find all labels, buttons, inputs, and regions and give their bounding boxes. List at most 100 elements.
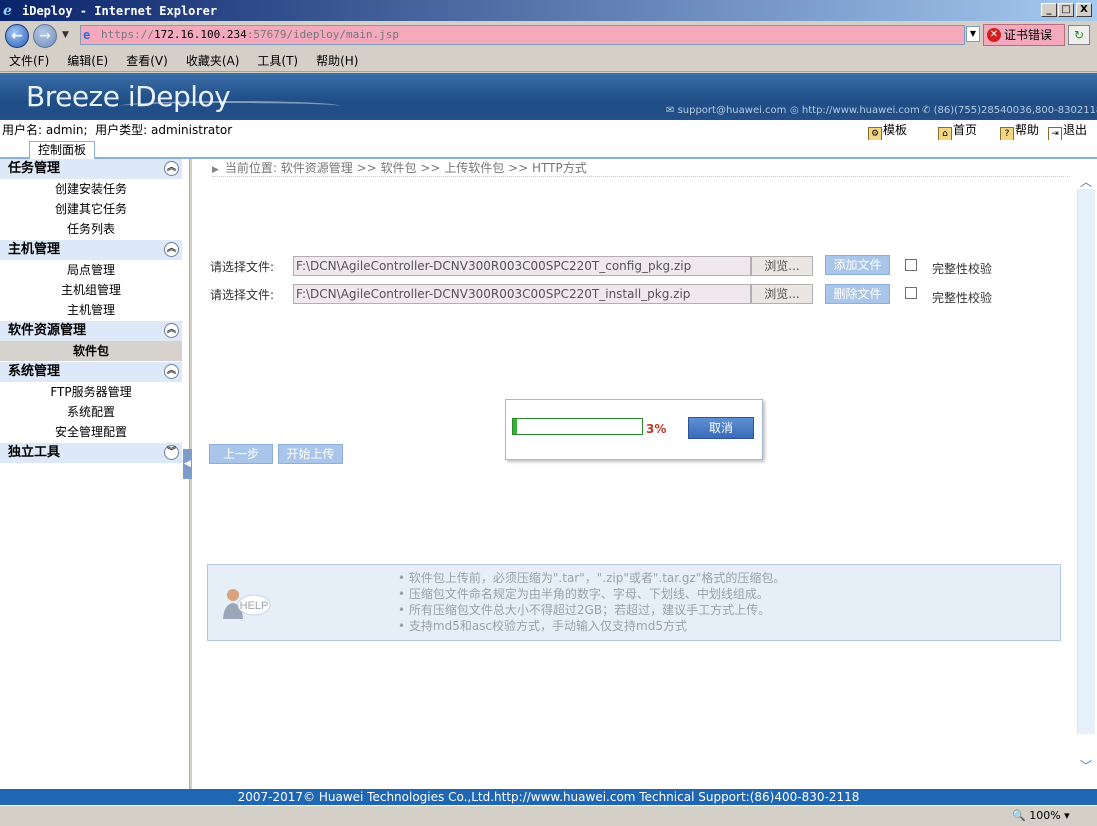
add-file-button[interactable]: 添加文件 <box>825 255 890 275</box>
maximize-button[interactable]: □ <box>1058 3 1074 17</box>
sidebar-section-software[interactable]: 软件资源管理 ︽ <box>0 321 182 341</box>
logout-link[interactable]: ⇥ 退出 <box>1048 120 1087 141</box>
history-dropdown-icon[interactable]: ▼ <box>62 30 69 40</box>
file-path-input[interactable]: F:\DCN\AgileController-DCNV300R003C00SPC… <box>293 284 751 304</box>
phone-number: ✆ (86)(755)28540036,800-8302118 <box>922 105 1097 116</box>
support-email: ✉ support@huawei.com <box>666 105 787 116</box>
breadcrumb: ▶ 当前位置: 软件资源管理 >> 软件包 >> 上传软件包 >> HTTP方式 <box>212 159 1070 177</box>
zoom-level: 100% <box>1029 809 1061 822</box>
sidebar-section-tools[interactable]: 独立工具 ︾ <box>0 443 182 463</box>
close-button[interactable]: X <box>1076 3 1092 17</box>
integrity-check-checkbox[interactable] <box>905 259 917 271</box>
collapse-icon[interactable]: ︽ <box>164 323 179 338</box>
help-item: 支持md5和asc校验方式，手动输入仅支持md5方式 <box>398 618 785 634</box>
address-protocol: https:// <box>101 28 154 41</box>
tab-strip <box>0 140 1097 159</box>
sidebar-item-security-config[interactable]: 安全管理配置 <box>0 422 182 442</box>
user-info-bar: 用户名: admin; 用户类型: administrator ⚙ 模板 ⌂ 首页 … <box>0 120 1097 141</box>
page-icon: e <box>83 28 91 42</box>
user-type: administrator <box>151 123 233 137</box>
sidebar-item-software-package[interactable]: 软件包 <box>0 341 182 361</box>
back-button[interactable]: ← <box>5 24 29 48</box>
collapse-icon[interactable]: ︽ <box>164 242 179 257</box>
menu-tools[interactable]: 工具(T) <box>248 52 307 69</box>
window-title: iDeploy - Internet Explorer <box>22 3 218 18</box>
help-item: 压缩包文件命名规定为由半角的数字、字母、下划线、中划线组成。 <box>398 586 785 602</box>
sidebar: 任务管理 ︽ 创建安装任务 创建其它任务 任务列表 主机管理 ︽ 局点管理 主机组管… <box>0 159 190 789</box>
template-link[interactable]: ⚙ 模板 <box>868 120 907 141</box>
address-path: :57679/ideploy/main.jsp <box>246 28 400 41</box>
sidebar-item-create-other-task[interactable]: 创建其它任务 <box>0 199 182 219</box>
address-bar[interactable]: e https://172.16.100.234:57679/ideploy/m… <box>80 25 965 45</box>
home-icon: ⌂ <box>938 127 952 141</box>
help-link[interactable]: ? 帮助 <box>1000 120 1039 141</box>
browse-button[interactable]: 浏览... <box>751 256 813 276</box>
integrity-check-checkbox[interactable] <box>905 287 917 299</box>
scroll-up-icon[interactable]: ︿ <box>1080 173 1092 190</box>
logo-swoosh <box>120 101 340 111</box>
address-host: 172.16.100.234 <box>153 28 247 41</box>
browser-statusbar <box>0 805 1097 826</box>
main-content <box>192 159 1077 789</box>
username: admin <box>45 123 84 137</box>
sidebar-section-host[interactable]: 主机管理 ︽ <box>0 240 182 260</box>
expand-icon[interactable]: ︾ <box>164 445 179 460</box>
home-link[interactable]: ⌂ 首页 <box>938 120 977 141</box>
integrity-check-label: 完整性校验 <box>932 291 993 305</box>
sidebar-item-create-install-task[interactable]: 创建安装任务 <box>0 179 182 199</box>
menu-bar: 文件(F) 编辑(E) 查看(V) 收藏夹(A) 工具(T) 帮助(H) <box>0 50 1097 72</box>
help-item: 所有压缩包文件总大小不得超过2GB；若超过，建议手工方式上传。 <box>398 602 785 618</box>
file-label: 请选择文件: <box>210 288 275 302</box>
window-titlebar: e iDeploy - Internet Explorer _ □ X <box>0 0 1097 21</box>
help-item: 软件包上传前，必须压缩为".tar"，".zip"或者".tar.gz"格式的压… <box>398 570 785 586</box>
menu-view[interactable]: 查看(V) <box>117 52 177 69</box>
sidebar-item-site[interactable]: 局点管理 <box>0 260 182 280</box>
help-list: 软件包上传前，必须压缩为".tar"，".zip"或者".tar.gz"格式的压… <box>398 570 785 634</box>
error-icon: ✕ <box>987 28 1001 42</box>
forward-button[interactable]: → <box>33 24 57 48</box>
start-upload-button[interactable]: 开始上传 <box>278 444 343 464</box>
sidebar-toggle-button[interactable]: ◀ <box>183 449 192 479</box>
sidebar-item-host[interactable]: 主机管理 <box>0 300 182 320</box>
certificate-error-button[interactable]: ✕ 证书错误 <box>983 24 1065 46</box>
sidebar-item-ftp-server[interactable]: FTP服务器管理 <box>0 382 182 402</box>
sidebar-item-task-list[interactable]: 任务列表 <box>0 219 182 239</box>
refresh-icon[interactable]: ↻ <box>1068 25 1090 45</box>
upload-progress-percent: 3% <box>646 422 667 436</box>
integrity-check-label: 完整性校验 <box>932 262 993 276</box>
breadcrumb-arrow-icon: ▶ <box>212 165 219 175</box>
previous-step-button[interactable]: 上一步 <box>209 444 273 464</box>
collapse-icon[interactable]: ︽ <box>164 161 179 176</box>
tab-control-panel[interactable]: 控制面板 <box>29 141 95 160</box>
app-banner: Breeze iDeploy ✉ support@huawei.com ◎ ht… <box>0 73 1097 120</box>
delete-file-button[interactable]: 删除文件 <box>825 284 890 304</box>
menu-favorites[interactable]: 收藏夹(A) <box>177 52 249 69</box>
help-person-icon: HELP <box>220 586 272 620</box>
website-link[interactable]: ◎ http://www.huawei.com <box>790 105 920 116</box>
sidebar-section-task[interactable]: 任务管理 ︽ <box>0 159 182 179</box>
sidebar-section-system[interactable]: 系统管理 ︽ <box>0 362 182 382</box>
menu-help[interactable]: 帮助(H) <box>307 52 367 69</box>
scroll-down-icon[interactable]: ﹀ <box>1080 757 1092 774</box>
collapse-icon[interactable]: ︽ <box>164 364 179 379</box>
scrollbar-track[interactable] <box>1077 189 1095 734</box>
user-info: 用户名: admin; 用户类型: administrator <box>2 123 233 137</box>
minimize-button[interactable]: _ <box>1041 3 1057 17</box>
help-icon: ? <box>1000 127 1014 141</box>
sidebar-item-system-config[interactable]: 系统配置 <box>0 402 182 422</box>
menu-edit[interactable]: 编辑(E) <box>58 52 117 69</box>
vertical-scrollbar[interactable]: ︿ ﹀ <box>1077 159 1097 789</box>
logout-icon: ⇥ <box>1048 127 1062 141</box>
zoom-control[interactable]: 🔍 100% ▾ <box>1008 807 1080 824</box>
page-footer: 2007-2017© Huawei Technologies Co.,Ltd.h… <box>0 789 1097 805</box>
upload-progress-fill <box>513 419 517 434</box>
file-path-input[interactable]: F:\DCN\AgileController-DCNV300R003C00SPC… <box>293 256 751 276</box>
menu-file[interactable]: 文件(F) <box>0 52 58 69</box>
sidebar-item-host-group[interactable]: 主机组管理 <box>0 280 182 300</box>
browse-button[interactable]: 浏览... <box>751 284 813 304</box>
ie-logo-icon: e <box>3 2 12 19</box>
svg-text:HELP: HELP <box>240 600 269 612</box>
cancel-upload-button[interactable]: 取消 <box>688 417 754 439</box>
certificate-error-label: 证书错误 <box>1004 28 1053 42</box>
address-dropdown-icon[interactable]: ▼ <box>966 26 980 42</box>
